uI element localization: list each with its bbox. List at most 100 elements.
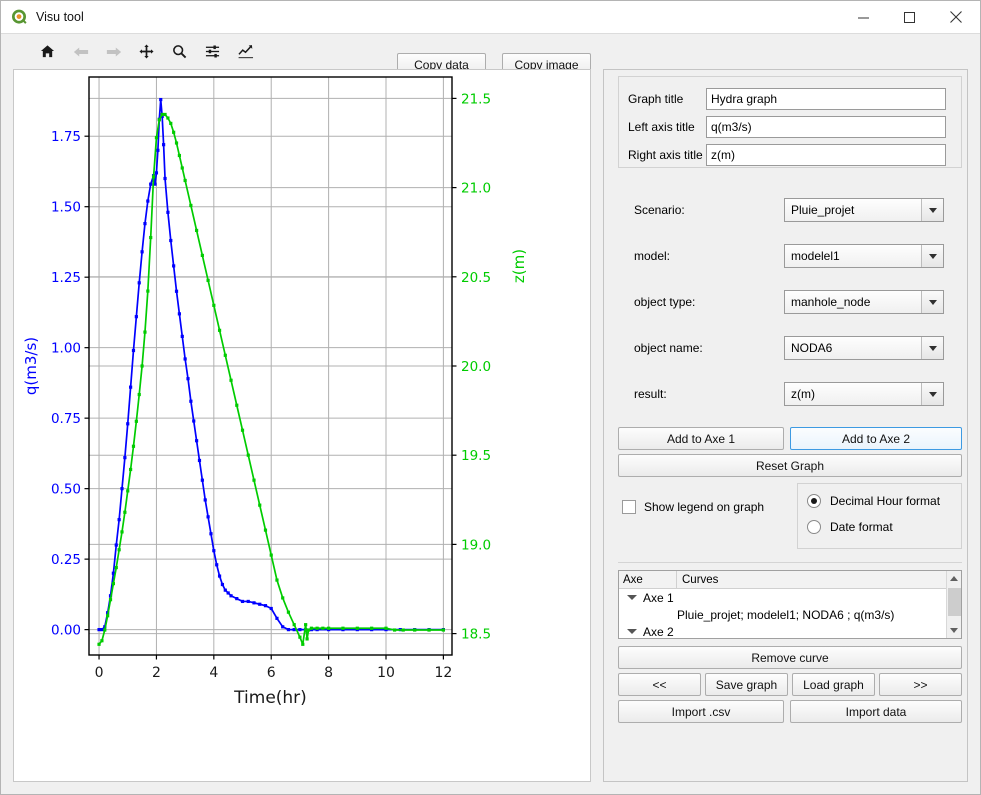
tree-column-axe: Axe [619, 571, 677, 588]
pan-move-icon[interactable] [130, 39, 163, 65]
y-tick-label-right: 20.0 [461, 359, 491, 375]
data-point [162, 143, 166, 147]
data-point [143, 330, 147, 334]
data-point [154, 136, 159, 140]
chevron-down-icon[interactable] [627, 629, 637, 634]
curves-tree-view[interactable]: Axe Curves Axe 1 Pluie_projet; modelel1;… [618, 570, 962, 639]
date-format-radio[interactable] [807, 520, 821, 534]
scrollbar-thumb[interactable] [947, 588, 961, 616]
chevron-down-icon[interactable] [921, 291, 943, 313]
graph-title-input[interactable]: Hydra graph [706, 88, 946, 110]
plot-canvas[interactable]: 0 2 4 6 8 10 12 0.00 0.25 0.50 0.75 1.00 1.25 1.50 1.7… [13, 69, 591, 782]
tree-curve-label: Pluie_projet; modelel1; NODA6 ; q(m3/s) [677, 607, 895, 622]
previous-button[interactable]: << [618, 673, 701, 696]
data-point [206, 278, 210, 282]
object-type-value: manhole_node [791, 295, 871, 309]
data-point [149, 182, 153, 186]
y-tick-label-left: 1.75 [51, 129, 81, 145]
window-title: Visu tool [36, 10, 84, 24]
reset-graph-button[interactable]: Reset Graph [618, 454, 962, 477]
load-graph-button[interactable]: Load graph [792, 673, 875, 696]
configure-sliders-icon[interactable] [196, 39, 229, 65]
close-button[interactable] [932, 1, 980, 34]
scenario-combobox[interactable]: Pluie_projet [784, 198, 944, 222]
remove-curve-button[interactable]: Remove curve [618, 646, 962, 669]
y-tick-label-left: 1.50 [51, 200, 81, 216]
object-type-row: object type: manhole_node [634, 290, 954, 314]
x-tick-label: 2 [152, 665, 161, 681]
scroll-down-button[interactable] [946, 623, 961, 638]
data-point [163, 112, 167, 117]
maximize-button[interactable] [886, 1, 932, 34]
result-combobox[interactable]: z(m) [784, 382, 944, 406]
zoom-magnifier-icon[interactable] [163, 39, 196, 65]
right-axis-title-input[interactable]: z(m) [706, 144, 946, 166]
object-name-combobox[interactable]: NODA6 [784, 336, 944, 360]
data-point [97, 642, 101, 646]
chevron-down-icon[interactable] [921, 337, 943, 359]
show-legend-row[interactable]: Show legend on graph [622, 500, 764, 514]
edit-curve-icon[interactable] [229, 39, 262, 65]
next-button[interactable]: >> [879, 673, 962, 696]
scroll-up-button[interactable] [946, 571, 961, 586]
data-point [200, 478, 204, 482]
data-point [114, 543, 118, 547]
data-point [246, 599, 250, 604]
scenario-label: Scenario: [634, 203, 685, 217]
chevron-down-icon[interactable] [921, 245, 943, 267]
data-point [298, 635, 302, 639]
data-point [226, 591, 230, 595]
show-legend-checkbox[interactable] [622, 500, 636, 514]
data-point [275, 578, 279, 582]
data-point [321, 626, 325, 630]
data-point [126, 489, 130, 493]
save-graph-button[interactable]: Save graph [705, 673, 788, 696]
y-tick-label-right: 21.0 [461, 181, 491, 197]
data-point [197, 458, 202, 463]
data-point [275, 616, 279, 620]
left-axis-title-label: Left axis title [628, 120, 695, 134]
data-point [223, 588, 227, 592]
data-point [315, 626, 319, 630]
data-point [286, 628, 291, 632]
decimal-hour-radio-row[interactable]: Decimal Hour format [807, 494, 940, 508]
model-row: model: modelel1 [634, 244, 954, 268]
chevron-down-icon[interactable] [921, 199, 943, 221]
result-value: z(m) [791, 387, 815, 401]
result-label: result: [634, 387, 667, 401]
tree-scrollbar[interactable] [946, 571, 961, 638]
chevron-down-icon[interactable] [627, 595, 637, 600]
add-to-axe-1-button[interactable]: Add to Axe 1 [618, 427, 784, 450]
tree-curve-item[interactable]: Pluie_projet; modelel1; NODA6 ; q(m3/s) [619, 606, 961, 623]
data-point [292, 623, 296, 627]
object-type-combobox[interactable]: manhole_node [784, 290, 944, 314]
tree-group-axe-2[interactable]: Axe 2 [619, 623, 961, 638]
data-point [298, 628, 302, 632]
data-point [134, 315, 138, 319]
qgis-logo-icon [10, 8, 28, 26]
data-point [217, 328, 222, 332]
back-arrow-icon [64, 39, 97, 65]
model-combobox[interactable]: modelel1 [784, 244, 944, 268]
data-point [441, 628, 445, 632]
data-point [341, 626, 345, 630]
home-icon[interactable] [31, 39, 64, 65]
data-point [401, 628, 405, 632]
data-point [151, 175, 156, 179]
data-point [146, 289, 150, 293]
chevron-down-icon[interactable] [921, 383, 943, 405]
data-point [327, 626, 331, 630]
import-csv-button[interactable]: Import .csv [618, 700, 784, 723]
model-label: model: [634, 249, 671, 263]
import-data-button[interactable]: Import data [790, 700, 962, 723]
left-axis-title-input[interactable]: q(m3/s) [706, 116, 946, 138]
tree-group-axe-1[interactable]: Axe 1 [619, 589, 961, 606]
data-point [134, 419, 138, 423]
hydrograph-plot: 0 2 4 6 8 10 12 0.00 0.25 0.50 0.75 1.00 1.25 1.50 1.7… [22, 76, 528, 708]
decimal-hour-radio[interactable] [807, 494, 821, 508]
add-to-axe-2-button[interactable]: Add to Axe 2 [790, 427, 962, 450]
date-format-radio-row[interactable]: Date format [807, 520, 893, 534]
data-point [159, 97, 163, 102]
separator-line [618, 562, 962, 563]
minimize-button[interactable] [840, 1, 886, 34]
